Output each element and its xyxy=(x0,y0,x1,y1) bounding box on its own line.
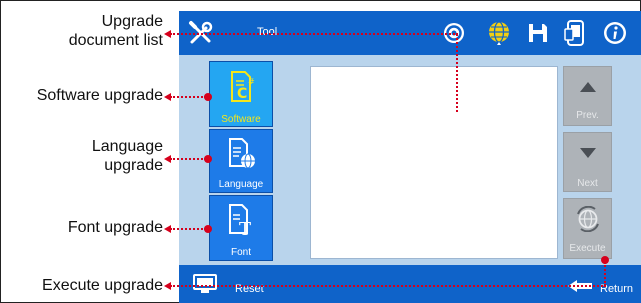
menu-label-software: Software xyxy=(221,114,261,125)
svg-text:T: T xyxy=(239,219,251,239)
annotation-leader-line xyxy=(170,96,206,98)
globe-icon[interactable] xyxy=(484,18,514,48)
annotation-leader-line xyxy=(170,33,458,35)
menu-label-font: Font xyxy=(230,247,251,258)
language-upgrade-button[interactable]: Language xyxy=(209,129,273,193)
execute-label: Execute xyxy=(569,243,606,254)
svg-text:C: C xyxy=(237,86,247,102)
svg-text:#: # xyxy=(248,77,255,86)
bottom-bar: Reset Return xyxy=(179,265,641,303)
annotation-leader-line xyxy=(456,34,458,112)
annotation-line-1: Upgrade xyxy=(101,13,163,30)
arrow-up-icon xyxy=(576,79,600,95)
annotation-upgrade-document-list: Upgrade document list xyxy=(55,12,163,50)
annotation-line-2: upgrade xyxy=(104,157,163,174)
annotation-leader-line xyxy=(170,228,206,230)
annotation-dot xyxy=(204,93,212,101)
font-upgrade-icon: T xyxy=(226,203,258,239)
screen-title: Tool xyxy=(257,26,278,38)
software-upgrade-icon: C # xyxy=(228,70,258,104)
next-button[interactable]: Next xyxy=(563,132,612,192)
menu-label-language: Language xyxy=(218,179,264,190)
annotation-line-2: document list xyxy=(68,32,163,49)
annotation-dot xyxy=(204,155,212,163)
annotation-language-upgrade: Language upgrade xyxy=(40,137,163,175)
annotation-dot xyxy=(601,256,609,264)
annotation-execute-upgrade: Execute upgrade xyxy=(42,277,163,294)
annotation-line-1: Language xyxy=(91,138,163,155)
phone-icon[interactable] xyxy=(563,19,589,47)
save-icon[interactable] xyxy=(525,20,551,46)
next-label: Next xyxy=(577,178,598,189)
arrow-down-icon xyxy=(576,145,600,161)
language-upgrade-icon xyxy=(226,137,258,171)
execute-globe-icon xyxy=(574,205,602,233)
annotation-font-upgrade: Font upgrade xyxy=(67,219,163,236)
execute-button[interactable]: Execute xyxy=(563,198,612,259)
annotation-software-upgrade: Software upgrade xyxy=(36,87,163,104)
upgrade-document-list[interactable] xyxy=(310,66,558,259)
annotation-leader-line xyxy=(604,262,606,286)
device-screen: Tool C # Software Language T Font Prev. … xyxy=(179,11,641,303)
annotation-leader-line xyxy=(170,158,206,160)
annotation-dot xyxy=(204,225,212,233)
software-upgrade-button[interactable]: C # Software xyxy=(209,61,273,127)
prev-button[interactable]: Prev. xyxy=(563,66,612,126)
info-icon[interactable] xyxy=(601,19,629,47)
reset-monitor-icon[interactable] xyxy=(191,272,219,296)
prev-label: Prev. xyxy=(576,110,599,121)
annotation-leader-line xyxy=(170,285,606,287)
font-upgrade-button[interactable]: T Font xyxy=(209,195,273,261)
